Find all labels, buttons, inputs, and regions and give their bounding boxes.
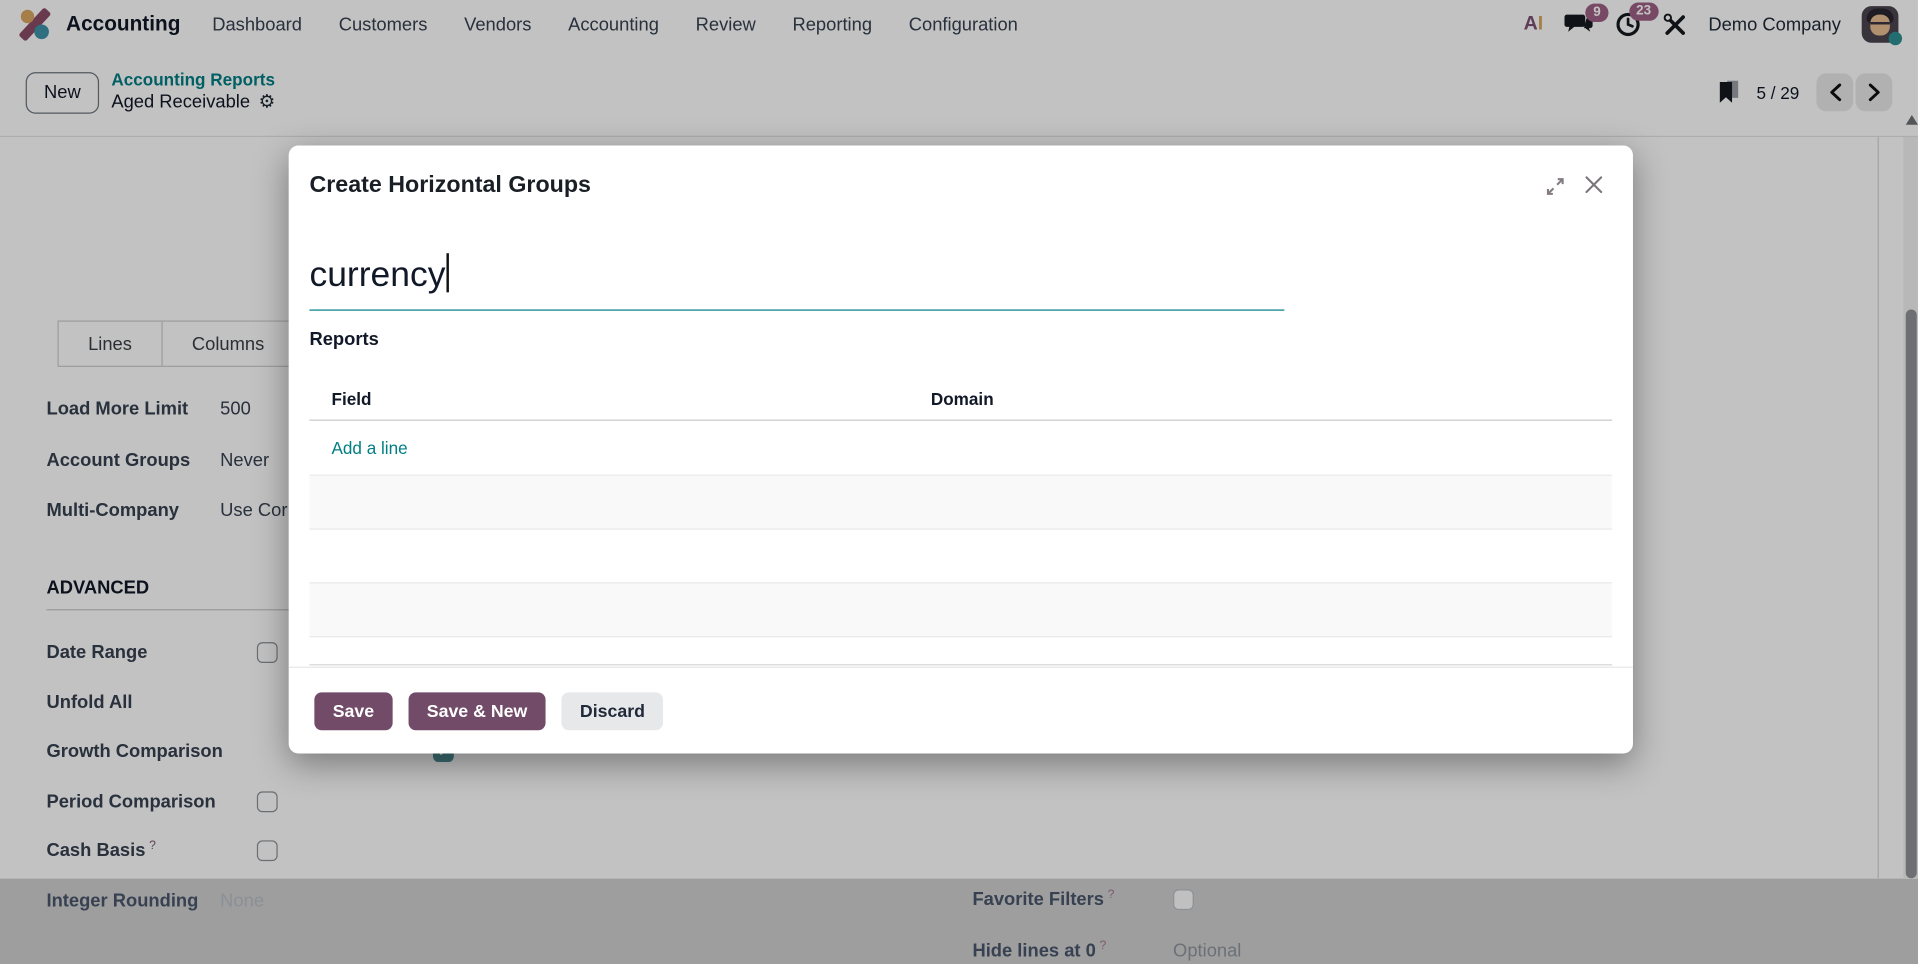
empty-table-row (309, 637, 1612, 665)
app-window: Accounting Dashboard Customers Vendors A… (0, 0, 1918, 878)
empty-table-row (309, 583, 1612, 637)
text-caret (447, 253, 449, 292)
close-icon[interactable] (1584, 175, 1604, 195)
group-name-input[interactable]: currency (309, 253, 1284, 310)
empty-table-row (309, 530, 1612, 584)
create-horizontal-groups-dialog: Create Horizontal Groups currency Report… (289, 146, 1633, 754)
setting-hide-lines-at-0: Hide lines at 0? Optional (972, 937, 1106, 964)
reports-label: Reports (309, 329, 378, 350)
favorite-filters-checkbox[interactable] (1173, 889, 1194, 910)
save-and-new-button[interactable]: Save & New (408, 692, 545, 730)
empty-table-row (309, 476, 1612, 530)
dialog-footer: Save Save & New Discard (289, 667, 1633, 754)
table-header-row: Field Domain (309, 378, 1612, 421)
save-button[interactable]: Save (314, 692, 392, 730)
hide-lines-value[interactable]: Optional (1173, 940, 1241, 961)
help-question-icon: ? (1108, 888, 1115, 901)
dialog-title: Create Horizontal Groups (309, 172, 591, 199)
column-header-field: Field (309, 389, 930, 409)
help-question-icon: ? (1100, 939, 1107, 952)
rules-table: Field Domain Add a line (309, 378, 1612, 665)
discard-button[interactable]: Discard (562, 692, 664, 730)
setting-favorite-filters: Favorite Filters? (972, 886, 1114, 913)
expand-icon[interactable] (1545, 176, 1566, 197)
column-header-domain: Domain (931, 389, 994, 409)
add-line-row: Add a line (309, 421, 1612, 476)
add-a-line-link[interactable]: Add a line (331, 438, 407, 458)
integer-rounding-value[interactable]: None (220, 890, 264, 911)
setting-integer-rounding: Integer Rounding None (46, 887, 198, 914)
